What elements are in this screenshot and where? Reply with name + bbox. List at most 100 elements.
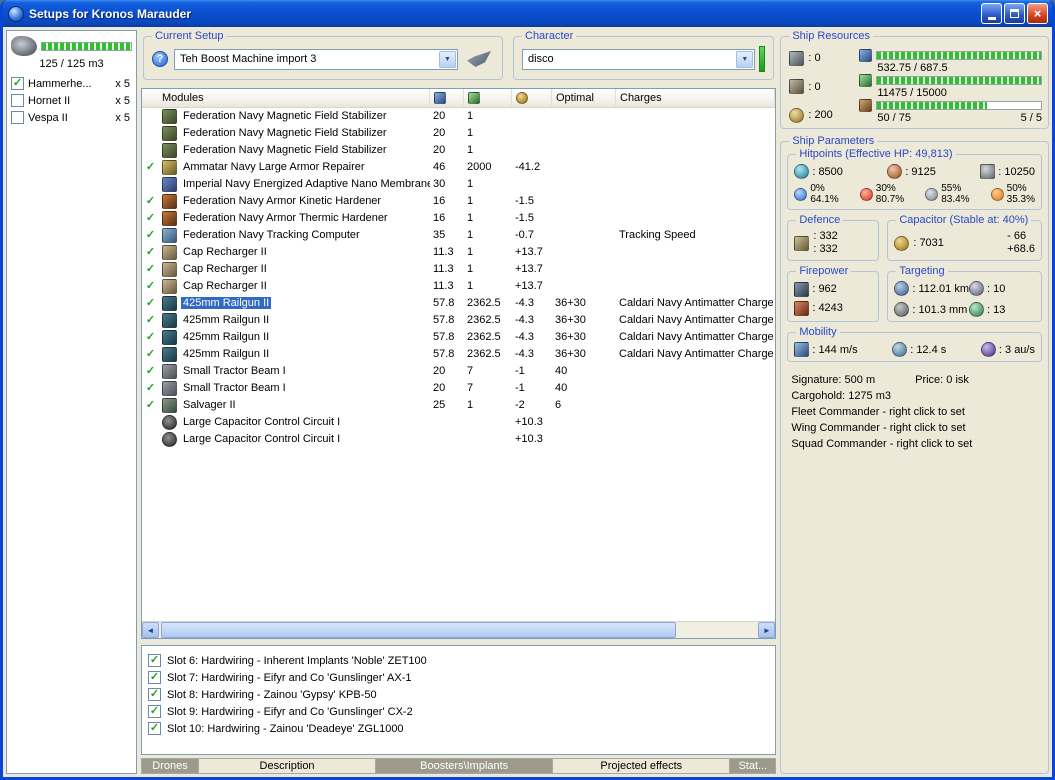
implant-checkbox[interactable] xyxy=(148,705,161,718)
drone-quantity: x 5 xyxy=(115,94,130,107)
drone-list-item[interactable]: Vespa II x 5 xyxy=(9,109,134,126)
module-row[interactable]: 425mm Railgun II 57.8 2362.5 -4.3 36+30 … xyxy=(142,295,775,312)
module-row[interactable]: 425mm Railgun II 57.8 2362.5 -4.3 36+30 … xyxy=(142,346,775,363)
implant-row[interactable]: Slot 8: Hardwiring - Zainou 'Gypsy' KPB-… xyxy=(148,686,769,703)
implant-checkbox[interactable] xyxy=(148,671,161,684)
module-row[interactable]: Federation Navy Magnetic Field Stabilize… xyxy=(142,125,775,142)
resist-cell: 50% 35.3% xyxy=(990,183,1035,205)
module-row[interactable]: Cap Recharger II 11.3 1 +13.7 xyxy=(142,278,775,295)
chevron-down-icon[interactable] xyxy=(439,50,456,68)
drone-list-item[interactable]: Hornet II x 5 xyxy=(9,92,134,109)
bottom-tab[interactable]: Boosters\Implants xyxy=(376,758,554,774)
open-ship-browser-button[interactable] xyxy=(464,48,494,70)
module-row[interactable]: Imperial Navy Energized Adaptive Nano Me… xyxy=(142,176,775,193)
capacitor-column-header[interactable] xyxy=(512,89,552,107)
module-row[interactable]: Federation Navy Armor Thermic Hardener 1… xyxy=(142,210,775,227)
bottom-tab[interactable]: Description xyxy=(199,758,377,774)
module-powergrid-value: 2362.5 xyxy=(467,297,501,309)
module-powergrid-value: 2362.5 xyxy=(467,331,501,343)
module-row[interactable]: Cap Recharger II 11.3 1 +13.7 xyxy=(142,244,775,261)
module-row[interactable]: Federation Navy Tracking Computer 35 1 -… xyxy=(142,227,775,244)
drone-checkbox[interactable] xyxy=(11,94,24,107)
module-row[interactable]: Federation Navy Magnetic Field Stabilize… xyxy=(142,142,775,159)
defence-title: Defence xyxy=(796,214,844,226)
maximize-button[interactable] xyxy=(1004,3,1025,24)
module-powergrid-value: 1 xyxy=(467,195,474,207)
module-cap-value: -1 xyxy=(515,365,525,377)
wing-commander-setter[interactable]: Wing Commander - right click to set xyxy=(791,422,1038,434)
implant-row[interactable]: Slot 7: Hardwiring - Eifyr and Co 'Gunsl… xyxy=(148,669,769,686)
shield-resist-value: 55% xyxy=(941,183,962,194)
module-row[interactable]: Salvager II 25 1 -2 6 xyxy=(142,397,775,414)
implant-row[interactable]: Slot 9: Hardwiring - Eifyr and Co 'Gunsl… xyxy=(148,703,769,720)
max-velocity-value: : 144 m/s xyxy=(812,343,858,356)
targeting-title: Targeting xyxy=(896,265,948,277)
help-icon[interactable] xyxy=(152,51,168,67)
warp-speed-value: : 3 au/s xyxy=(998,343,1035,356)
module-row[interactable]: 425mm Railgun II 57.8 2362.5 -4.3 36+30 … xyxy=(142,312,775,329)
scroll-right-icon[interactable] xyxy=(758,622,776,638)
module-active-check-icon xyxy=(142,380,159,397)
optimal-column-header[interactable]: Optimal xyxy=(552,89,616,107)
close-button[interactable] xyxy=(1027,3,1048,24)
module-active-check-icon xyxy=(142,261,159,278)
implant-checkbox[interactable] xyxy=(148,688,161,701)
implant-row[interactable]: Slot 10: Hardwiring - Zainou 'Deadeye' Z… xyxy=(148,720,769,737)
module-name: Federation Navy Armor Kinetic Hardener xyxy=(183,195,382,207)
module-row[interactable]: Small Tractor Beam I 20 7 -1 40 xyxy=(142,363,775,380)
implant-checkbox[interactable] xyxy=(148,654,161,667)
scrollbar-thumb[interactable] xyxy=(161,622,677,638)
module-row[interactable]: Ammatar Navy Large Armor Repairer 46 200… xyxy=(142,159,775,176)
module-row[interactable]: Federation Navy Magnetic Field Stabilize… xyxy=(142,108,775,125)
module-name: 425mm Railgun II xyxy=(183,314,270,326)
bottom-tab[interactable]: Stat... xyxy=(730,758,777,774)
drone-checkbox[interactable] xyxy=(11,111,24,124)
module-name: 425mm Railgun II xyxy=(181,297,272,309)
scrollbar-track[interactable] xyxy=(159,622,758,638)
chevron-down-icon[interactable] xyxy=(736,50,754,68)
fleet-commander-setter[interactable]: Fleet Commander - right click to set xyxy=(791,406,1038,418)
thermal-resist-icon xyxy=(859,187,873,201)
magstab-icon xyxy=(162,109,177,124)
minimize-button[interactable] xyxy=(981,3,1002,24)
modules-column-header[interactable]: Modules xyxy=(142,89,430,107)
hardpoint-row: : 0 xyxy=(789,78,851,96)
rig-icon xyxy=(162,415,177,430)
module-row[interactable]: Large Capacitor Control Circuit I +10.3 xyxy=(142,431,775,448)
titlebar[interactable]: Setups for Kronos Marauder xyxy=(3,0,1052,27)
character-combobox[interactable]: disco xyxy=(522,48,756,70)
implant-row[interactable]: Slot 6: Hardwiring - Inherent Implants '… xyxy=(148,652,769,669)
module-powergrid-value: 1 xyxy=(467,178,474,190)
drone-list-item[interactable]: Hammerhe... x 5 xyxy=(9,75,134,92)
character-skill-indicator xyxy=(759,46,766,72)
bottom-tab[interactable]: Projected effects xyxy=(553,758,731,774)
squad-commander-setter[interactable]: Squad Commander - right click to set xyxy=(791,438,1038,450)
module-cpu-value: 57.8 xyxy=(433,314,455,326)
app-window: Setups for Kronos Marauder 125 / 125 m3 … xyxy=(0,0,1055,780)
module-row[interactable]: Cap Recharger II 11.3 1 +13.7 xyxy=(142,261,775,278)
defence-group: Defence : 332 : 332 xyxy=(787,214,880,261)
horizontal-scrollbar[interactable] xyxy=(142,621,776,638)
module-name: Federation Navy Armor Thermic Hardener xyxy=(183,212,388,224)
bottom-tab[interactable]: Drones xyxy=(141,758,199,774)
drone-checkbox[interactable] xyxy=(11,77,24,90)
current-setup-combobox[interactable]: Teh Boost Machine import 3 xyxy=(174,48,458,70)
module-active-check-icon xyxy=(142,227,159,244)
capacitor-icon xyxy=(894,235,910,251)
cap-recharger-icon xyxy=(162,279,177,294)
drone-list: Hammerhe... x 5 Hornet II x 5 Vespa II x… xyxy=(9,75,134,126)
sensor-strength-icon xyxy=(969,302,984,317)
resource-block: 532.75 / 687.5 xyxy=(859,49,1042,74)
module-optimal-value: 36+30 xyxy=(555,314,586,326)
charges-column-header[interactable]: Charges xyxy=(616,89,776,107)
module-row[interactable]: Small Tractor Beam I 20 7 -1 40 xyxy=(142,380,775,397)
cpu-column-header[interactable] xyxy=(430,89,464,107)
implant-checkbox[interactable] xyxy=(148,722,161,735)
powergrid-column-header[interactable] xyxy=(464,89,512,107)
module-row[interactable]: 425mm Railgun II 57.8 2362.5 -4.3 36+30 … xyxy=(142,329,775,346)
drone-bay-capacity-fill xyxy=(42,42,131,50)
module-row[interactable]: Large Capacitor Control Circuit I +10.3 xyxy=(142,414,775,431)
module-active-check-icon xyxy=(142,329,159,346)
module-row[interactable]: Federation Navy Armor Kinetic Hardener 1… xyxy=(142,193,775,210)
scroll-left-icon[interactable] xyxy=(142,622,159,638)
